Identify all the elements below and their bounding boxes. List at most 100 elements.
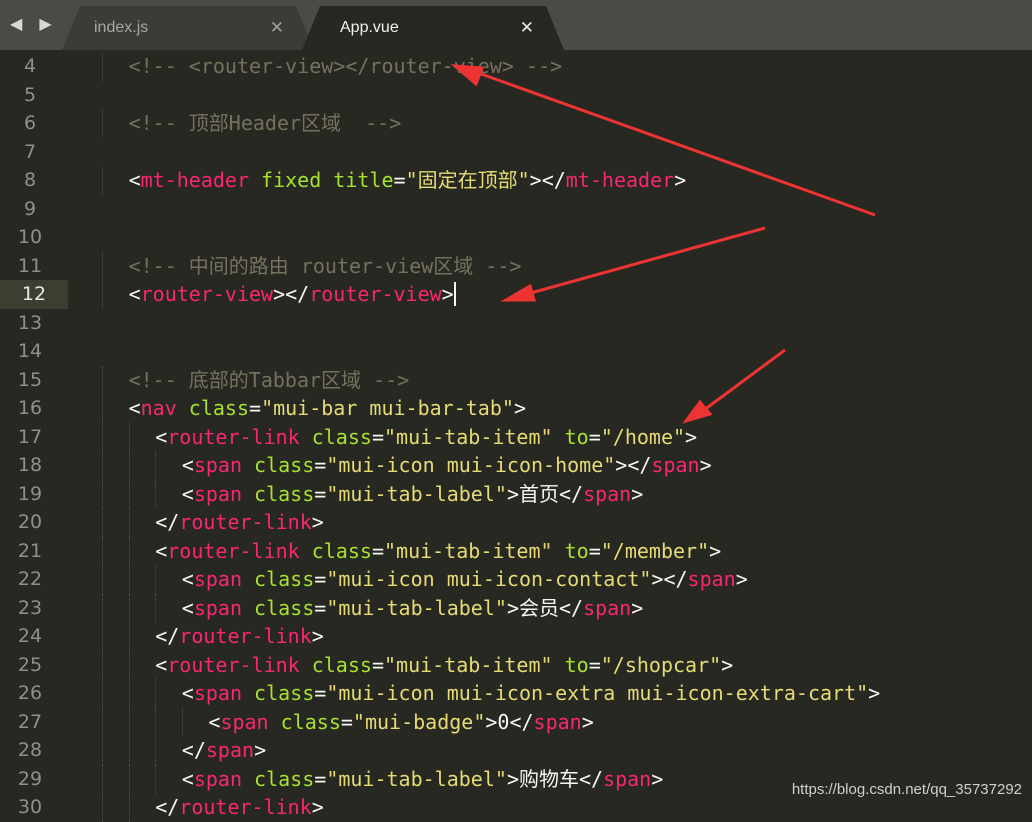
- indent-guide: [102, 394, 104, 423]
- code-token: class: [242, 453, 315, 477]
- code-token: router-link: [167, 652, 300, 677]
- code-token: =: [314, 481, 327, 506]
- indent-guide: [102, 166, 104, 195]
- code-token: "mui-tab-label": [326, 766, 507, 791]
- tab-app-vue[interactable]: App.vue ✕: [302, 6, 564, 50]
- code-line[interactable]: <span class="mui-tab-label">购物车</span>: [182, 765, 663, 794]
- code-token: mt-header: [140, 168, 250, 192]
- close-icon[interactable]: ✕: [270, 18, 284, 38]
- indent-guide: [181, 707, 184, 736]
- code-token: <: [128, 396, 141, 420]
- line-number: 29: [17, 767, 43, 790]
- code-line[interactable]: <!-- 顶部Header区域 -->: [129, 109, 402, 138]
- code-token: <: [181, 567, 194, 591]
- indent-guide: [102, 52, 104, 81]
- tab-index-js[interactable]: index.js ✕: [62, 6, 314, 50]
- code-token: span: [687, 567, 736, 591]
- code-line[interactable]: <span class="mui-icon mui-icon-extra mui…: [182, 679, 880, 708]
- line-number: 8: [23, 169, 37, 191]
- code-token: class: [299, 424, 372, 449]
- code-token: <: [208, 709, 221, 734]
- indent-guide: [102, 365, 104, 394]
- code-token: >: [674, 168, 687, 192]
- code-token: <: [128, 282, 141, 306]
- code-line[interactable]: <!-- <router-view></router-view> -->: [129, 52, 562, 81]
- code-token: >: [631, 595, 644, 620]
- indent-guide: [155, 479, 157, 508]
- code-token: nav: [140, 396, 177, 420]
- line-number: 28: [17, 739, 43, 761]
- code-token: router-link: [179, 795, 312, 819]
- code-line[interactable]: <span class="mui-tab-label">会员</span>: [182, 594, 643, 623]
- indent-guide: [128, 679, 131, 708]
- code-token: =: [249, 396, 262, 420]
- code-token: >: [311, 624, 324, 648]
- line-number: 12: [0, 280, 68, 309]
- close-icon[interactable]: ✕: [520, 18, 534, 38]
- code-line[interactable]: <router-link class="mui-tab-item" to="/h…: [155, 423, 697, 452]
- code-line[interactable]: </router-link>: [155, 508, 324, 537]
- code-token: =: [371, 652, 384, 677]
- code-line[interactable]: <span class="mui-tab-label">首页</span>: [182, 480, 643, 509]
- indent-guide: [102, 251, 104, 280]
- code-line[interactable]: <span class="mui-icon mui-icon-contact">…: [182, 565, 748, 594]
- tab-bar: ◀ ▶ index.js ✕ App.vue ✕: [0, 0, 1032, 50]
- code-token: router-link: [167, 538, 300, 563]
- code-token: ></: [273, 282, 310, 306]
- tab-label: index.js: [94, 19, 149, 36]
- code-token: ></: [529, 168, 566, 192]
- line-number: 15: [17, 368, 43, 391]
- code-token: =: [314, 766, 327, 791]
- line-number: 20: [17, 511, 43, 533]
- indent-guide: [102, 565, 104, 594]
- indent-guide: [128, 793, 131, 822]
- code-token: >购物车</: [506, 766, 604, 791]
- line-number: 13: [17, 311, 43, 334]
- code-token: >: [651, 766, 664, 791]
- code-token: >0</: [485, 709, 534, 734]
- indent-guide: [102, 736, 104, 765]
- code-token: span: [193, 453, 243, 477]
- indent-guide: [128, 622, 131, 651]
- code-line[interactable]: <!-- 底部的Tabbar区域 -->: [129, 366, 410, 395]
- tab-label: App.vue: [340, 19, 399, 36]
- code-token: </: [155, 795, 180, 819]
- code-line[interactable]: <router-link class="mui-tab-item" to="/m…: [155, 537, 721, 566]
- code-line[interactable]: <!-- 中间的路由 router-view区域 -->: [129, 252, 522, 281]
- code-token: class: [242, 595, 315, 620]
- code-line[interactable]: </router-link>: [155, 793, 324, 822]
- line-number: 4: [23, 55, 37, 77]
- code-line[interactable]: <nav class="mui-bar mui-bar-tab">: [129, 394, 526, 423]
- line-number: 26: [17, 682, 43, 704]
- code-token: fixed title: [249, 168, 394, 192]
- line-number: 25: [17, 653, 43, 676]
- code-line[interactable]: <mt-header fixed title="固定在顶部"></mt-head…: [129, 166, 687, 195]
- code-line[interactable]: <span class="mui-icon mui-icon-home"></s…: [182, 451, 712, 480]
- code-token: </: [155, 510, 180, 534]
- code-line[interactable]: </router-link>: [155, 622, 324, 651]
- code-token: span: [193, 481, 243, 506]
- code-token: span: [533, 709, 582, 734]
- code-token: span: [193, 766, 243, 791]
- indent-guide: [128, 508, 131, 537]
- code-token: <: [181, 595, 194, 620]
- line-number: 10: [17, 226, 43, 248]
- code-token: >: [631, 481, 644, 506]
- indent-guide: [102, 451, 104, 480]
- code-token: "mui-badge": [352, 709, 486, 734]
- code-token: "mui-tab-item": [383, 538, 553, 563]
- code-line[interactable]: </span>: [182, 736, 266, 765]
- indent-guide: [102, 109, 104, 138]
- code-line[interactable]: <span class="mui-badge">0</span>: [208, 708, 593, 737]
- code-token: >: [581, 709, 594, 734]
- code-token: <!-- <router-view></router-view> -->: [128, 54, 563, 78]
- tab-nav-arrows-icon[interactable]: ◀ ▶: [10, 14, 58, 33]
- code-token: router-link: [179, 510, 312, 534]
- code-token: =: [314, 681, 327, 705]
- code-line[interactable]: <router-link class="mui-tab-item" to="/s…: [155, 651, 733, 680]
- code-token: span: [205, 738, 255, 762]
- code-line[interactable]: <router-view></router-view>: [129, 280, 456, 309]
- code-token: >: [709, 538, 722, 563]
- code-editor[interactable]: 4 <!-- <router-view></router-view> --> 5 6 <…: [0, 50, 1032, 822]
- code-token: mt-header: [565, 168, 675, 192]
